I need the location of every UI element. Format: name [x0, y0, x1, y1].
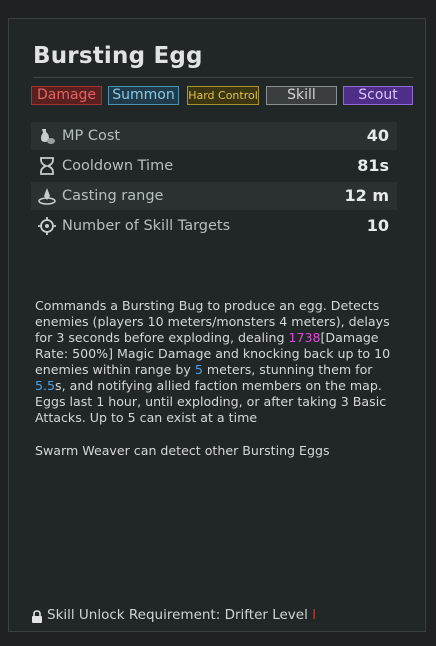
- stun-value: 5.5: [35, 378, 56, 393]
- stat-value: 12 m: [344, 186, 389, 205]
- lock-icon: [32, 610, 42, 623]
- stat-row-cooldown: Cooldown Time 81s: [31, 152, 397, 180]
- stat-row-mp-cost: MP Cost 40: [31, 122, 397, 150]
- stat-label: Casting range: [62, 188, 164, 204]
- range-icon: [38, 188, 56, 205]
- stat-value: 40: [366, 126, 389, 145]
- tag-damage: Damage: [31, 86, 102, 105]
- skill-title: Bursting Egg: [33, 43, 203, 69]
- damage-value: 1738: [288, 330, 321, 345]
- target-icon: [38, 217, 56, 235]
- tag-hard-control: Hard Control: [187, 86, 259, 105]
- skill-note: Swarm Weaver can detect other Bursting E…: [35, 443, 330, 458]
- title-divider: [33, 77, 413, 78]
- stat-label: Number of Skill Targets: [62, 218, 231, 234]
- stat-row-casting-range: Casting range 12 m: [31, 182, 397, 210]
- stat-row-targets: Number of Skill Targets 10: [31, 212, 397, 240]
- description-text: meters, stunning them for: [202, 362, 373, 377]
- knockback-value: 5: [194, 362, 203, 377]
- stat-value: 10: [366, 216, 389, 235]
- stat-label: MP Cost: [62, 128, 121, 144]
- stat-value: 81s: [357, 156, 389, 175]
- skill-description: Commands a Bursting Bug to produce an eg…: [35, 298, 397, 426]
- unlock-label: Skill Unlock Requirement: Drifter Level: [47, 607, 313, 623]
- hourglass-icon: [40, 157, 54, 175]
- description-text: s, and notifying allied faction members …: [35, 378, 387, 425]
- tag-skill: Skill: [266, 86, 337, 105]
- unlock-level: I: [312, 607, 317, 623]
- potion-icon: [41, 129, 55, 144]
- unlock-text: Skill Unlock Requirement: Drifter Level …: [47, 607, 316, 623]
- tag-scout: Scout: [343, 86, 413, 105]
- tag-summon: Summon: [108, 86, 179, 105]
- skill-tooltip-panel: Bursting Egg Damage Summon Hard Control …: [8, 18, 426, 632]
- stat-label: Cooldown Time: [62, 158, 174, 174]
